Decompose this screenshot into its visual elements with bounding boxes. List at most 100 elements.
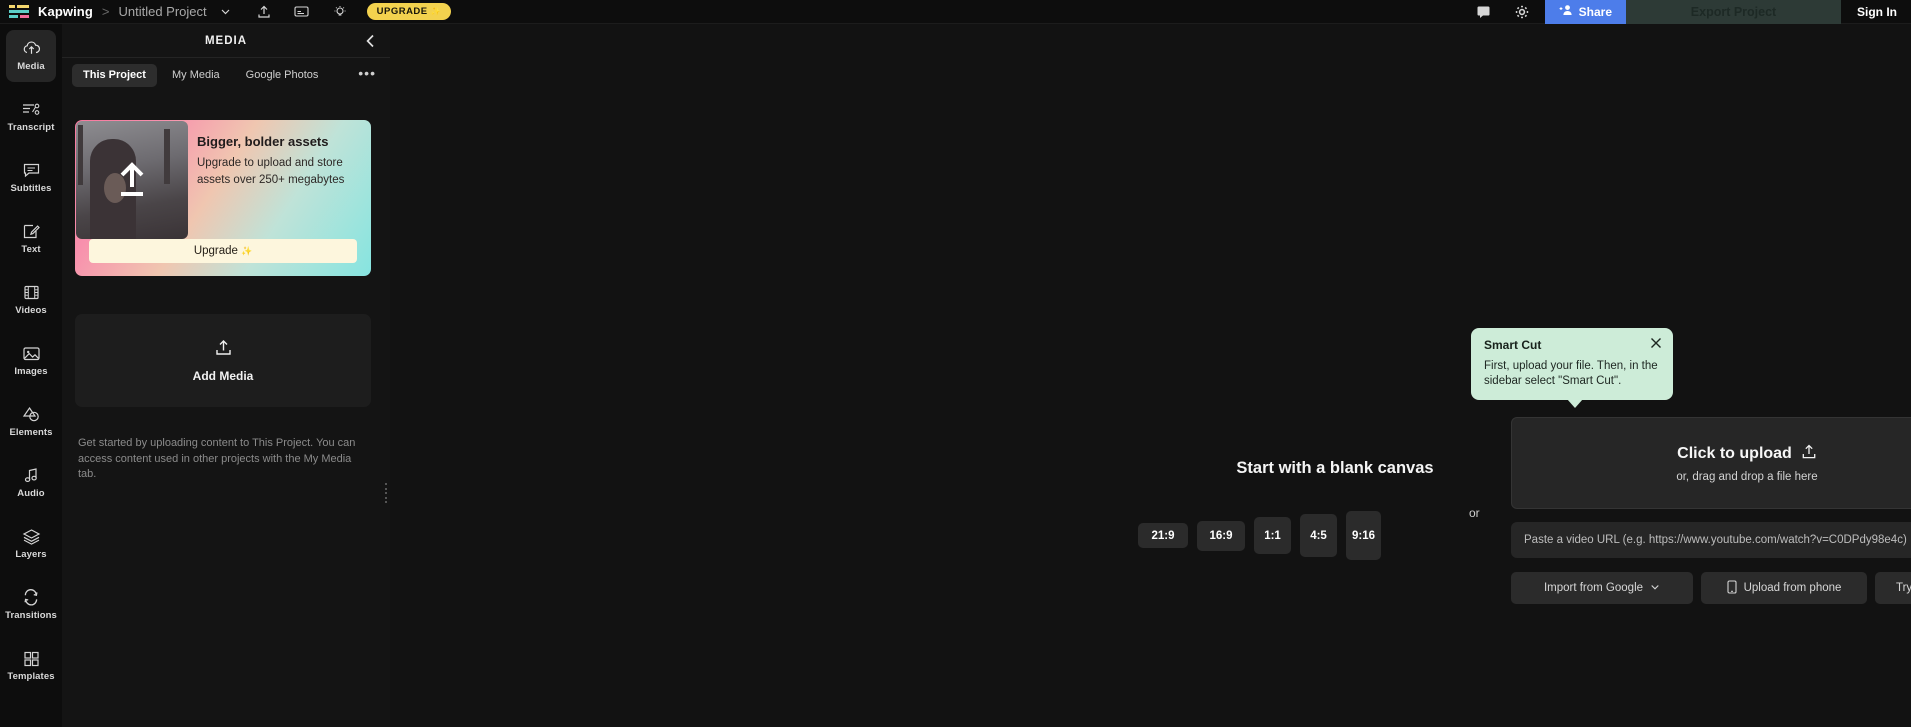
upgrade-promo-card[interactable]: Bigger, bolder assets Upgrade to upload … — [75, 120, 371, 276]
chevron-down-icon[interactable] — [213, 0, 239, 24]
promo-upgrade-button[interactable]: Upgrade ✨ — [89, 239, 357, 263]
sign-in-button[interactable]: Sign In — [1841, 5, 1911, 19]
transcript-icon — [21, 101, 41, 118]
gear-icon[interactable] — [1509, 0, 1535, 24]
promo-title: Bigger, bolder assets — [197, 134, 329, 149]
rail-item-text[interactable]: Text — [6, 213, 56, 265]
add-media-dropzone[interactable]: Add Media — [75, 314, 371, 407]
rail-label: Images — [14, 366, 48, 377]
or-divider-label: or — [1469, 506, 1480, 520]
tab-label: My Media — [171, 69, 220, 81]
left-tool-rail: Media Transcript Subtitles Text Videos I… — [0, 24, 62, 727]
dropzone-main-label: Click to upload — [1677, 445, 1792, 462]
upload-from-phone-button[interactable]: Upload from phone — [1701, 572, 1867, 604]
rail-label: Media — [17, 61, 45, 72]
tab-my-media[interactable]: My Media — [161, 64, 231, 87]
export-label: Export Project — [1690, 4, 1777, 19]
rail-label: Templates — [7, 671, 55, 682]
ratio-button-4-5[interactable]: 4:5 — [1300, 514, 1337, 557]
panel-title: MEDIA — [204, 34, 248, 47]
ratio-button-9-16[interactable]: 9:16 — [1346, 511, 1381, 560]
rail-item-templates[interactable]: Templates — [6, 640, 56, 692]
phone-icon — [1727, 579, 1737, 597]
media-tabs: This Project My Media Google Photos ••• — [62, 58, 390, 92]
video-url-input[interactable] — [1511, 522, 1911, 558]
comment-icon[interactable] — [1471, 0, 1497, 24]
rail-label: Transitions — [5, 610, 57, 621]
layers-icon — [22, 528, 41, 545]
upload-arrow-icon — [120, 162, 144, 196]
dropzone-main: Click to upload — [1677, 444, 1817, 465]
media-panel: MEDIA This Project My Media Google Photo… — [62, 24, 390, 727]
sparkle-icon: ✨ — [240, 245, 253, 256]
rail-item-layers[interactable]: Layers — [6, 518, 56, 570]
dropzone-sub-label: or, drag and drop a file here — [1676, 470, 1818, 483]
brand-name[interactable]: Kapwing — [38, 4, 93, 19]
share-label: Share — [1578, 4, 1612, 19]
kapwing-logo-icon[interactable] — [9, 4, 31, 20]
ratio-label: 9:16 — [1351, 529, 1376, 542]
breadcrumb-separator: > — [101, 4, 110, 19]
share-button[interactable]: Share — [1544, 0, 1626, 24]
transitions-icon — [22, 589, 40, 606]
tab-this-project[interactable]: This Project — [72, 63, 157, 87]
rail-item-images[interactable]: Images — [6, 335, 56, 387]
rail-label: Text — [21, 244, 41, 255]
ratio-button-16-9[interactable]: 16:9 — [1197, 520, 1245, 551]
rail-item-elements[interactable]: Elements — [6, 396, 56, 448]
upload-icon — [1801, 444, 1817, 465]
promo-description: Upgrade to upload and store assets over … — [197, 157, 345, 186]
add-person-icon — [1559, 4, 1573, 19]
top-bar: Kapwing > Untitled Project UPGRADE ✨ Sha… — [0, 0, 1911, 24]
upgrade-label: UPGRADE — [376, 6, 428, 17]
rail-item-subtitles[interactable]: Subtitles — [6, 152, 56, 204]
ratio-label: 21:9 — [1151, 529, 1175, 542]
rail-item-transitions[interactable]: Transitions — [5, 579, 57, 631]
rail-label: Audio — [17, 488, 45, 499]
promo-text: Bigger, bolder assets Upgrade to upload … — [197, 134, 363, 189]
image-icon — [22, 345, 41, 362]
music-note-icon — [23, 467, 40, 484]
tab-google-photos[interactable]: Google Photos — [235, 64, 330, 87]
tooltip-tail — [1567, 399, 1583, 408]
ellipsis-icon[interactable]: ••• — [358, 66, 376, 80]
try-a-sample-button[interactable]: Try a sample — [1875, 572, 1911, 604]
add-media-label: Add Media — [192, 368, 254, 383]
smart-cut-tooltip: Smart Cut First, upload your file. Then,… — [1471, 328, 1673, 408]
chevron-left-icon[interactable] — [362, 33, 378, 49]
tab-label: Google Photos — [245, 69, 319, 81]
export-project-button[interactable]: Export Project — [1626, 0, 1841, 24]
rail-label: Videos — [15, 305, 47, 316]
ratio-button-1-1[interactable]: 1:1 — [1254, 517, 1291, 554]
tab-label: This Project — [83, 69, 146, 81]
rail-item-videos[interactable]: Videos — [6, 274, 56, 326]
shapes-icon — [22, 406, 41, 423]
import-from-google-button[interactable]: Import from Google — [1511, 572, 1693, 604]
promo-thumbnail — [76, 121, 188, 239]
import-google-label: Import from Google — [1543, 582, 1644, 594]
upgrade-button[interactable]: UPGRADE ✨ — [366, 3, 452, 20]
aspect-ratio-row: 21:9 16:9 1:1 4:5 9:16 — [1138, 511, 1438, 560]
project-name[interactable]: Untitled Project — [118, 4, 206, 19]
chevron-down-icon — [1650, 582, 1660, 595]
rail-item-audio[interactable]: Audio — [6, 457, 56, 509]
lightbulb-icon[interactable] — [327, 0, 353, 24]
ratio-label: 4:5 — [1310, 529, 1327, 542]
ratio-button-21-9[interactable]: 21:9 — [1138, 523, 1188, 548]
upload-phone-label: Upload from phone — [1743, 582, 1842, 594]
captions-icon[interactable] — [289, 0, 315, 24]
promo-upgrade-label: Upgrade — [193, 245, 238, 257]
click-to-upload-dropzone[interactable]: Click to upload or, drag and drop a file… — [1511, 417, 1911, 509]
cloud-upload-icon — [22, 40, 41, 57]
media-panel-header: MEDIA — [62, 24, 390, 58]
rail-item-media[interactable]: Media — [6, 30, 56, 82]
subtitles-icon — [22, 162, 41, 179]
rail-item-transcript[interactable]: Transcript — [6, 91, 56, 143]
close-icon[interactable] — [1649, 336, 1663, 350]
rail-label: Elements — [9, 427, 53, 438]
grid-icon — [23, 650, 40, 667]
media-panel-hint: Get started by uploading content to This… — [78, 437, 356, 480]
panel-resize-handle[interactable] — [385, 483, 389, 503]
upload-icon[interactable] — [251, 0, 277, 24]
upload-actions-row: Import from Google Upload from phone Try… — [1511, 572, 1911, 604]
